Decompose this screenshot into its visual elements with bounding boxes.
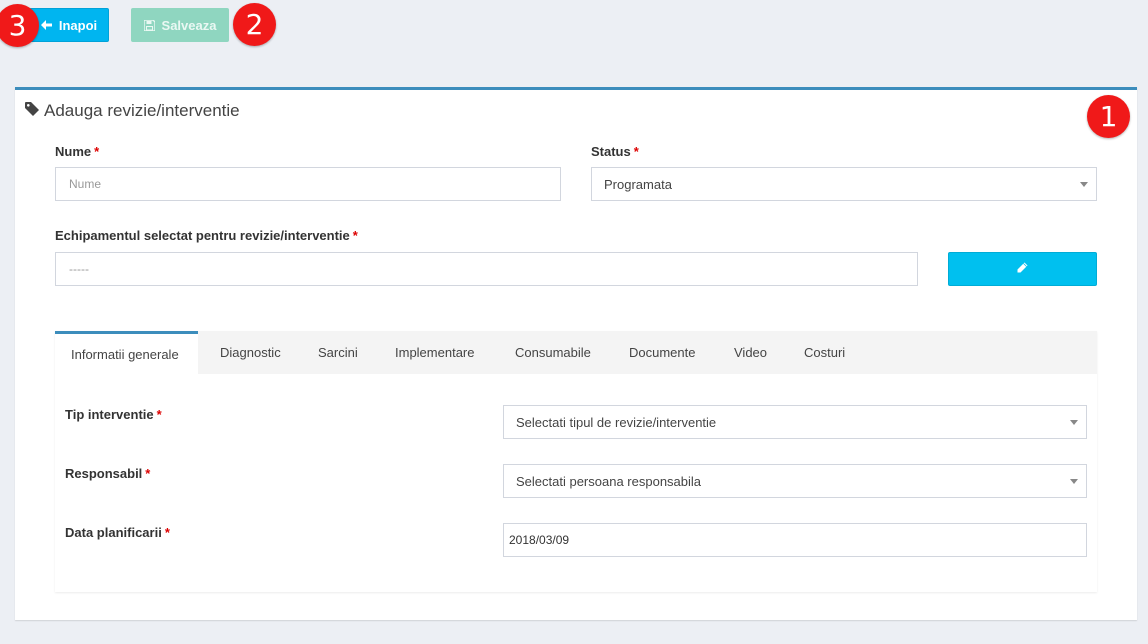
panel-title: Adauga revizie/interventie (25, 101, 240, 121)
tab-implementare[interactable]: Implementare (395, 331, 474, 374)
intervention-type-select[interactable]: Selectati tipul de revizie/interventie (503, 405, 1087, 439)
intervention-type-label-text: Tip interventie (65, 407, 154, 422)
chevron-down-icon (1070, 479, 1078, 484)
arrow-left-icon (40, 20, 52, 30)
status-select[interactable]: Programata (591, 167, 1097, 201)
floppy-disk-icon (143, 19, 155, 31)
name-label-text: Nume (55, 144, 92, 159)
name-input[interactable]: Nume (55, 167, 561, 201)
pencil-icon (1017, 260, 1028, 278)
status-label: Status * (591, 144, 639, 159)
tab-diagnostic[interactable]: Diagnostic (220, 331, 281, 374)
tab-consumabile[interactable]: Consumabile (515, 331, 591, 374)
equipment-label-text: Echipamentul selectat pentru revizie/int… (55, 228, 350, 243)
equipment-label: Echipamentul selectat pentru revizie/int… (55, 228, 358, 243)
tag-icon (25, 101, 39, 121)
responsible-label: Responsabil * (65, 466, 150, 481)
required-mark: * (94, 144, 100, 159)
required-mark: * (633, 144, 639, 159)
tabs-container: Informatii generale Diagnostic Sarcini I… (55, 331, 1097, 592)
tab-informatii-generale[interactable]: Informatii generale (55, 331, 198, 374)
status-label-text: Status (591, 144, 631, 159)
required-mark: * (164, 525, 170, 540)
responsible-label-text: Responsabil (65, 466, 143, 481)
tab-sarcini[interactable]: Sarcini (318, 331, 358, 374)
tab-video[interactable]: Video (734, 331, 767, 374)
back-button-label: Inapoi (58, 17, 98, 33)
save-button[interactable]: Salveaza (131, 8, 229, 42)
planned-date-input[interactable]: 2018/03/09 (503, 523, 1087, 557)
chevron-down-icon (1070, 420, 1078, 425)
equipment-field[interactable]: ----- (55, 252, 918, 286)
required-mark: * (352, 228, 358, 243)
save-button-label: Salveaza (161, 17, 217, 33)
step-marker-1: 1 (1087, 95, 1130, 138)
responsible-select[interactable]: Selectati persoana responsabila (503, 464, 1087, 498)
tabs-bar: Informatii generale Diagnostic Sarcini I… (55, 331, 1097, 374)
intervention-type-label: Tip interventie * (65, 407, 162, 422)
planned-date-label-text: Data planificarii (65, 525, 162, 540)
edit-equipment-button[interactable] (948, 252, 1097, 286)
back-button[interactable]: Inapoi (29, 8, 109, 42)
panel-title-text: Adauga revizie/interventie (44, 101, 240, 120)
name-label: Nume * (55, 144, 99, 159)
tab-documente[interactable]: Documente (629, 331, 695, 374)
status-select-value: Programata (604, 176, 672, 192)
required-mark: * (156, 407, 162, 422)
required-mark: * (145, 466, 151, 481)
intervention-type-select-value: Selectati tipul de revizie/interventie (516, 414, 717, 430)
chevron-down-icon (1080, 182, 1088, 187)
tab-costuri[interactable]: Costuri (804, 331, 845, 374)
responsible-select-value: Selectati persoana responsabila (516, 473, 702, 489)
step-marker-2: 2 (233, 3, 276, 46)
add-intervention-panel: Adauga revizie/interventie Nume * Nume St… (15, 87, 1137, 620)
planned-date-label: Data planificarii * (65, 525, 170, 540)
